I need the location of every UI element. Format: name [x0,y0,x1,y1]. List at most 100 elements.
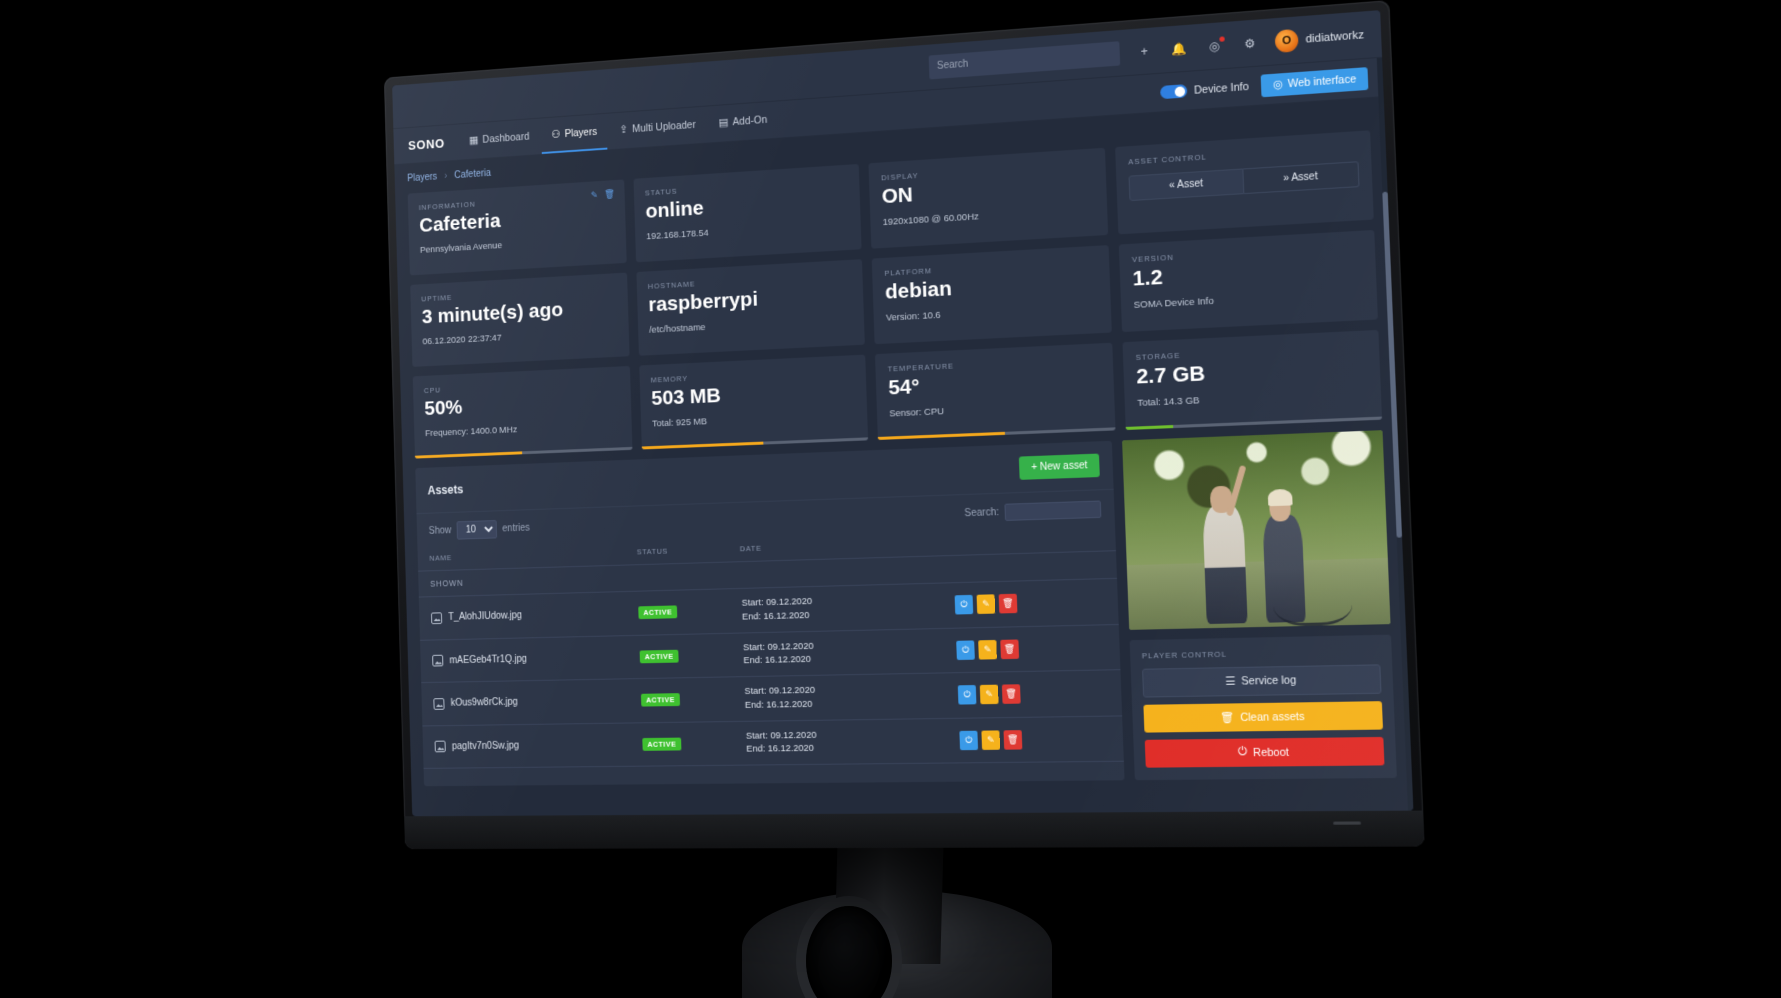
delete-icon[interactable]: 🗑 [1000,639,1020,659]
puzzle-icon: ▤ [718,116,729,129]
lower-section: Assets + New asset Show 10 entries Searc… [415,430,1397,787]
nav-item-players[interactable]: ⚇ Players [540,113,608,155]
image-file-icon [434,740,446,753]
preview-person-left [1201,504,1248,625]
reboot-button[interactable]: ⏻ Reboot [1145,736,1385,768]
monitor-icon: ▦ [468,134,479,147]
breadcrumb-current: Cafeteria [454,168,492,182]
card-sub: Total: 14.3 GB [1137,395,1200,410]
list-icon: ☰ [1224,675,1236,688]
device-info-toggle[interactable]: Device Info [1159,80,1249,100]
nav-item-dashboard[interactable]: ▦ Dashboard [459,119,540,160]
table-row[interactable]: pagItv7n0Sw.jpg ACTIVE Start: 09.12.2020 [422,715,1125,769]
gear-icon[interactable]: ⚙ [1239,32,1261,54]
memory-meter [641,437,869,450]
asset-actions-cell: ⏻ ✎ 🗑 [944,669,1123,719]
service-log-button[interactable]: ☰ Service log [1142,664,1382,698]
page-size-select[interactable]: 10 [456,520,498,540]
card-memory: MEMORY 503 MB Total: 925 MB [638,354,869,450]
asset-status-cell: ACTIVE [628,676,734,723]
assets-search-label: Search: [964,506,1000,520]
card-sub: Version: 10.6 [885,309,941,324]
image-file-icon [430,612,443,624]
delete-icon[interactable]: 🗑 [604,189,615,200]
assets-panel: Assets + New asset Show 10 entries Searc… [415,440,1125,787]
reboot-label: Reboot [1252,745,1290,759]
edit-icon[interactable]: ✎ [978,639,997,660]
plus-icon[interactable]: + [1134,40,1155,62]
avatar: O [1274,28,1299,53]
app-body: Players › Cafeteria ✎ 🗑 INFORMATION Cafe… [394,97,1412,787]
previous-asset-button[interactable]: « Asset [1128,168,1244,202]
asset-name-cell: kOus9w8rCk.jpg [421,678,630,726]
toggle-track [1159,84,1188,100]
nav-item-multi-uploader[interactable]: ⇪ Multi Uploader [609,107,707,150]
asset-name: pagItv7n0Sw.jpg [451,740,520,752]
notification-dot [1219,35,1225,42]
trash-icon: 🗑 [1219,711,1235,725]
monitor-frame: + 🔔 ◎ ⚙ O didiatworkz SONO ▦ Dashboard [383,0,1425,850]
player-control-card: PLAYER CONTROL ☰ Service log 🗑 Clean ass… [1129,634,1397,781]
edit-icon[interactable]: ✎ [591,190,598,201]
asset-actions-cell: ⏻ ✎ 🗑 [941,578,1119,628]
card-sub: Total: 925 MB [651,416,708,430]
card-sub: 06.12.2020 22:37:47 [422,332,502,348]
right-column: PLAYER CONTROL ☰ Service log 🗑 Clean ass… [1122,430,1397,781]
monitor-bezel: + 🔔 ◎ ⚙ O didiatworkz SONO ▦ Dashboard [392,10,1414,817]
delete-icon[interactable]: 🗑 [998,594,1018,614]
assets-search-input[interactable] [1004,500,1102,521]
power-icon[interactable]: ⏻ [959,730,979,751]
nav-item-add-on[interactable]: ▤ Add-On [708,101,779,142]
power-icon[interactable]: ⏻ [954,595,974,615]
cpu-meter [414,446,633,459]
card-cpu: CPU 50% Frequency: 1400.0 MHz [412,365,633,459]
column-status[interactable]: STATUS [624,536,728,566]
service-log-label: Service log [1241,674,1297,688]
entries-label: entries [502,522,531,535]
edit-icon[interactable]: ✎ [981,730,1001,750]
asset-name: mAEGeb4Tr1Q.jpg [449,653,528,666]
assets-title: Assets [427,482,464,497]
nav-item-players-label: Players [564,125,598,140]
delete-icon[interactable]: 🗑 [1001,684,1021,705]
card-sub: /etc/hostname [649,322,706,336]
asset-actions-cell: ⏻ ✎ 🗑 [945,715,1125,764]
image-file-icon [432,655,444,667]
app-logo[interactable]: SONO [408,125,445,163]
clean-assets-button[interactable]: 🗑 Clean assets [1143,701,1384,733]
power-icon[interactable]: ⏻ [957,685,977,705]
edit-icon[interactable]: ✎ [979,684,999,705]
card-version: VERSION 1.2 SOMA Device Info [1118,229,1378,333]
asset-name: T_AlohJIUdow.jpg [448,610,523,624]
asset-end-date: End: 16.12.2020 [744,698,813,711]
monitor-chin [404,810,1425,850]
card-platform: PLATFORM debian Version: 10.6 [872,245,1113,345]
bell-icon[interactable]: 🔔 [1169,37,1190,59]
player-control-label: PLAYER CONTROL [1141,649,1228,661]
assets-table: NAME STATUS DATE SHOWN T_AlohJIUdow.jpg … [417,524,1125,769]
assets-table-body: SHOWN T_AlohJIUdow.jpg ACTIVE Start: 09.… [418,550,1125,769]
power-icon[interactable]: ⏻ [956,640,975,660]
asset-end-date: End: 16.12.2020 [743,654,812,667]
card-sub: 192.168.178.54 [646,227,709,243]
status-badge: ACTIVE [641,693,680,707]
asset-name-cell: mAEGeb4Tr1Q.jpg [420,635,629,683]
clean-assets-label: Clean assets [1240,710,1305,724]
web-interface-button[interactable]: ◎ Web interface [1260,66,1369,97]
target-icon[interactable]: ◎ [1204,35,1226,57]
asset-name-cell: T_AlohJIUdow.jpg [418,591,628,640]
global-search-input[interactable] [928,40,1121,79]
new-asset-button[interactable]: + New asset [1018,453,1101,480]
username-label: didiatworkz [1305,28,1365,46]
asset-name-cell: pagItv7n0Sw.jpg [422,722,632,769]
user-menu[interactable]: O didiatworkz [1274,23,1365,53]
next-asset-button[interactable]: » Asset [1242,161,1360,195]
breadcrumb-root[interactable]: Players [407,172,437,184]
monitor-brand-mark [1333,821,1362,825]
show-entries-control: Show 10 entries [428,519,530,541]
nav-item-dashboard-label: Dashboard [482,130,530,146]
card-asset-control: ASSET CONTROL « Asset » Asset [1115,130,1374,235]
temperature-meter [878,427,1116,440]
edit-icon[interactable]: ✎ [976,594,996,615]
delete-icon[interactable]: 🗑 [1003,729,1023,750]
